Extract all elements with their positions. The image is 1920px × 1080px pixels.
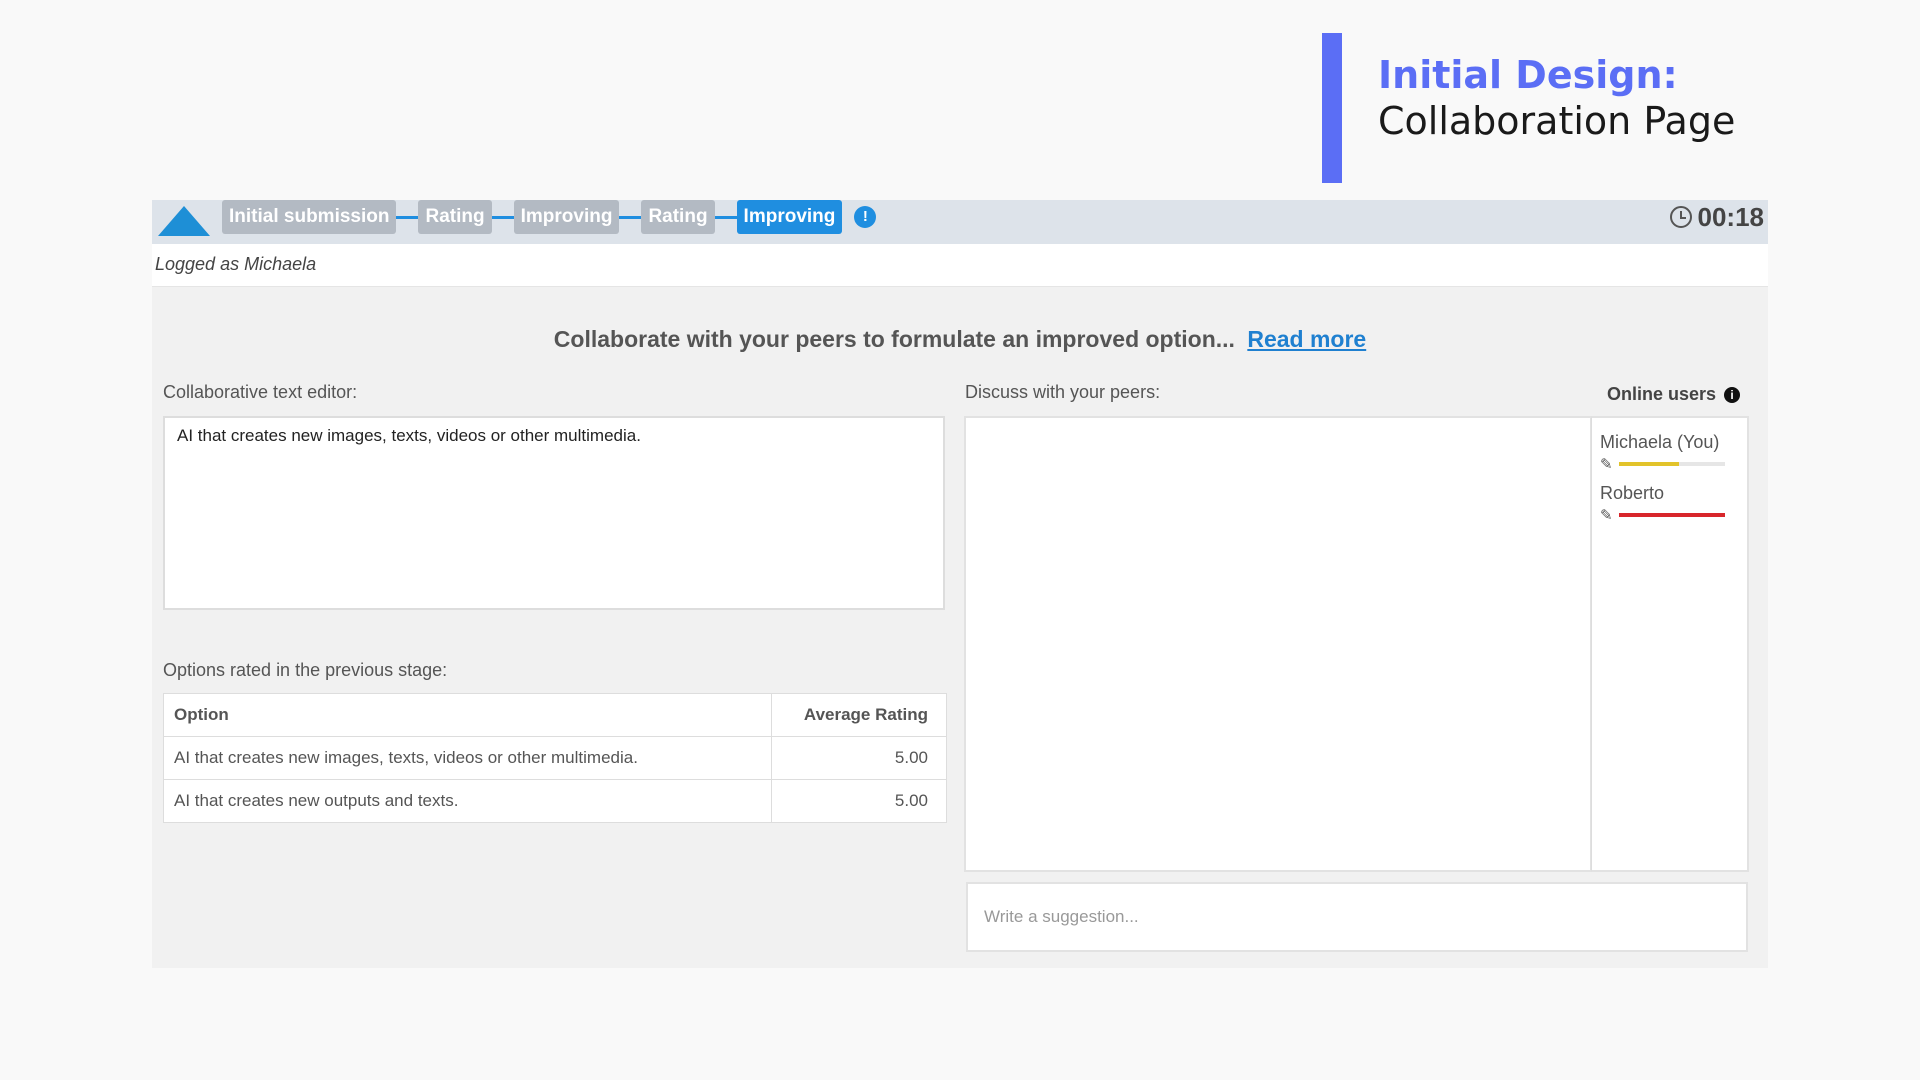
online-users-panel: Michaela (You) ✎ Roberto ✎ — [1591, 416, 1749, 872]
chat-messages-area[interactable] — [964, 416, 1592, 872]
app-screenshot: Initial submission Rating Improving Rati… — [152, 200, 1768, 968]
header-option: Option — [163, 693, 772, 737]
step-initial-submission[interactable]: Initial submission — [222, 200, 397, 234]
option-text: AI that creates new images, texts, video… — [163, 736, 772, 780]
option-text: AI that creates new outputs and texts. — [163, 779, 772, 823]
top-bar: Initial submission Rating Improving Rati… — [152, 200, 1768, 244]
options-label: Options rated in the previous stage: — [163, 660, 448, 680]
step-improving-1[interactable]: Improving — [513, 200, 620, 234]
collaborative-text-editor[interactable]: AI that creates new images, texts, video… — [163, 416, 945, 610]
step-rating-1[interactable]: Rating — [418, 200, 492, 234]
online-user-entry: Roberto ✎ — [1600, 483, 1739, 524]
instruction-text: Collaborate with your peers to formulate… — [152, 326, 1768, 353]
user-activity: ✎ — [1600, 506, 1739, 524]
user-bar: Logged as Michaela — [152, 244, 1768, 287]
table-row: AI that creates new images, texts, video… — [163, 736, 947, 780]
countdown-timer: 00:18 — [1669, 200, 1765, 234]
online-user-name: Roberto — [1600, 483, 1665, 503]
online-user-entry: Michaela (You) ✎ — [1600, 432, 1739, 473]
instruction-message: Collaborate with your peers to formulate… — [553, 326, 1235, 352]
option-rating: 5.00 — [771, 736, 947, 780]
slide-title-line1: Initial Design: — [1378, 53, 1678, 97]
logged-in-user: Logged as Michaela — [155, 254, 317, 274]
step-connector — [396, 215, 419, 219]
step-connector — [491, 215, 514, 219]
read-more-link[interactable]: Read more — [1247, 326, 1366, 352]
slide-title: Initial Design: Collaboration Page — [1378, 52, 1735, 145]
stage-info-icon[interactable]: ! — [854, 206, 877, 228]
activity-bar-fill — [1618, 462, 1679, 466]
online-users-title: Online users i — [1607, 384, 1741, 405]
online-users-label: Online users — [1607, 384, 1717, 404]
clock-icon — [1669, 206, 1692, 228]
step-improving-2-active[interactable]: Improving — [736, 200, 843, 234]
options-table: Option Average Rating AI that creates ne… — [163, 693, 947, 823]
timer-value: 00:18 — [1697, 201, 1765, 232]
activity-bar-track — [1618, 462, 1725, 466]
header-average-rating: Average Rating — [771, 693, 947, 737]
slide-accent-bar — [1322, 33, 1342, 183]
suggestion-input[interactable] — [966, 882, 1748, 952]
step-rating-2[interactable]: Rating — [641, 200, 715, 234]
activity-bar-fill — [1618, 513, 1725, 517]
option-rating: 5.00 — [771, 779, 947, 823]
table-header-row: Option Average Rating — [163, 693, 947, 737]
user-activity: ✎ — [1600, 455, 1739, 473]
step-connector — [714, 215, 737, 219]
triangle-logo-icon — [158, 206, 210, 236]
stage-stepper: Initial submission Rating Improving Rati… — [222, 200, 877, 234]
activity-bar-track — [1618, 513, 1725, 517]
step-connector — [619, 215, 642, 219]
slide-title-line2: Collaboration Page — [1378, 99, 1736, 144]
online-user-name: Michaela (You) — [1600, 432, 1720, 452]
online-info-icon[interactable]: i — [1724, 386, 1741, 403]
editor-label: Collaborative text editor: — [163, 382, 358, 402]
pencil-icon: ✎ — [1600, 507, 1613, 524]
pencil-icon: ✎ — [1600, 456, 1613, 473]
discussion-label: Discuss with your peers: — [965, 382, 1161, 402]
table-row: AI that creates new outputs and texts. 5… — [163, 779, 947, 823]
